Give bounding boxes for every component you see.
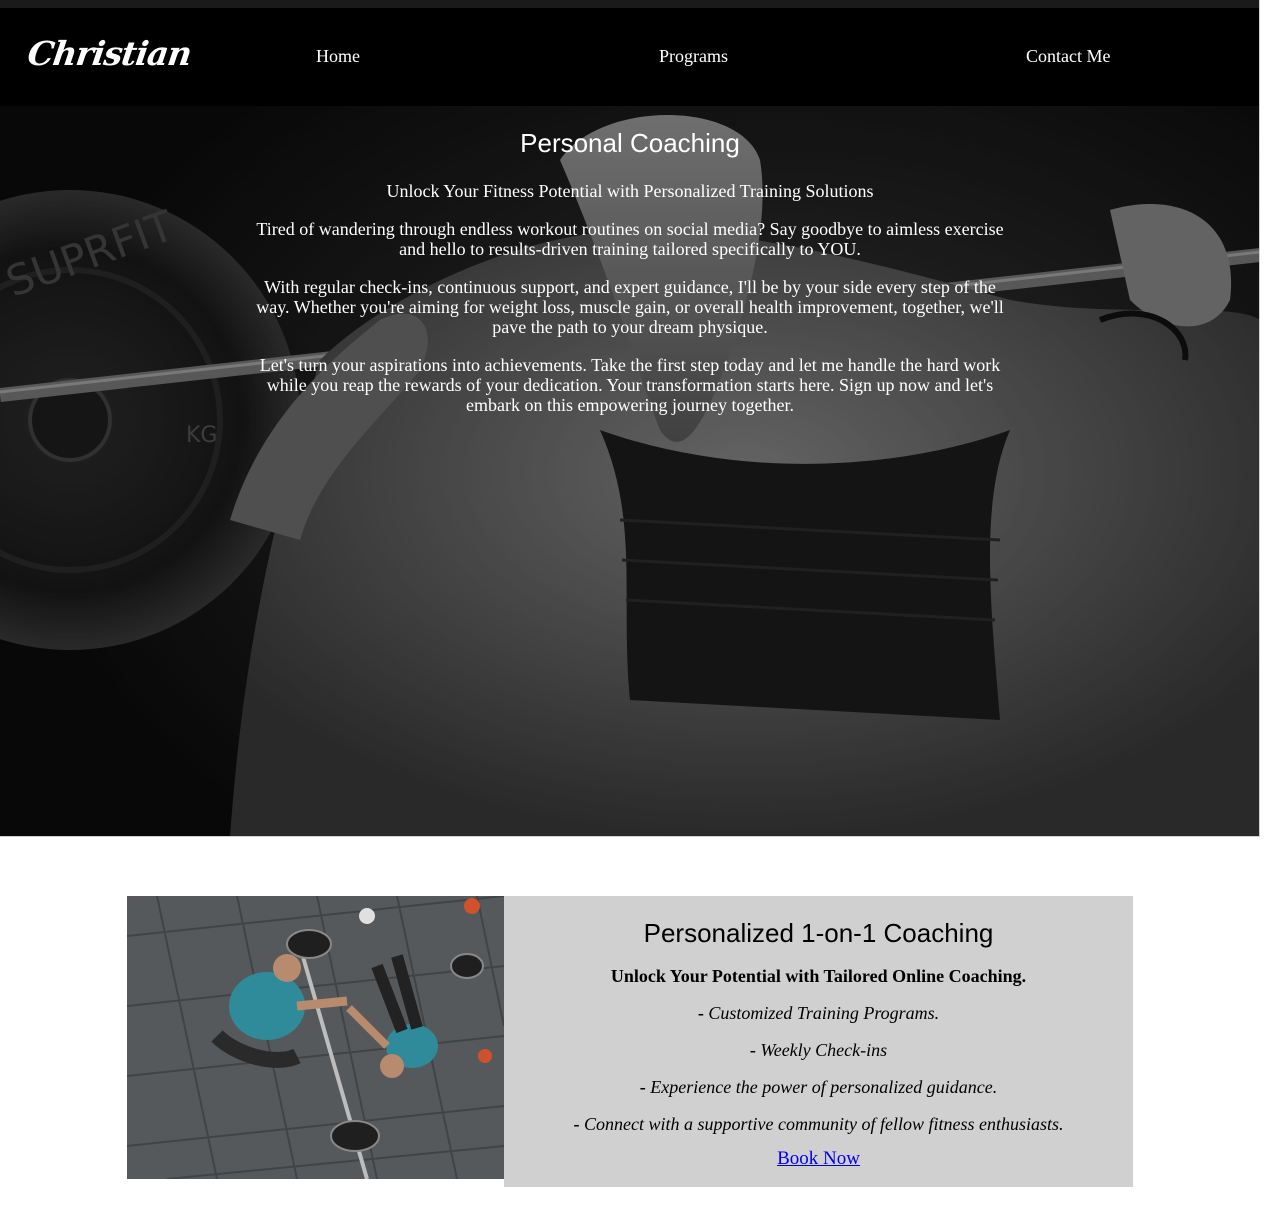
- feature-bullet: -: [749, 1040, 756, 1060]
- feature-bullet: -: [639, 1077, 646, 1097]
- hero-content: Personal Coaching Unlock Your Fitness Po…: [250, 128, 1010, 433]
- card-title: Personalized 1-on-1 Coaching: [643, 918, 994, 948]
- site-logo[interactable]: Christian: [25, 34, 193, 73]
- top-navbar: Christian Home Programs Contact Me: [0, 8, 1259, 106]
- feature-item: - Customized Training Programs.: [504, 1003, 1133, 1024]
- hero-section: SUPRFIT KG Christian Home Programs Conta…: [0, 0, 1260, 837]
- feature-text: Experience the power of personalized gui…: [650, 1077, 998, 1097]
- feature-item: - Weekly Check-ins: [504, 1040, 1133, 1061]
- hero-paragraph: With regular check-ins, continuous suppo…: [256, 277, 1004, 337]
- feature-text: Customized Training Programs.: [708, 1003, 940, 1023]
- nav-link-contact-me[interactable]: Contact Me: [1026, 46, 1110, 67]
- card-subtitle: Unlock Your Potential with Tailored Onli…: [610, 966, 1027, 986]
- book-now-link[interactable]: Book Now: [777, 1148, 860, 1170]
- hero-paragraph: Tired of wandering through endless worko…: [256, 219, 1004, 259]
- feature-bullet: -: [697, 1003, 704, 1023]
- nav-link-home[interactable]: Home: [316, 46, 360, 67]
- feature-text: Connect with a supportive community of f…: [584, 1114, 1064, 1134]
- feature-item: - Connect with a supportive community of…: [504, 1114, 1133, 1135]
- crossfit-photo: [127, 896, 504, 1179]
- feature-text: Weekly Check-ins: [760, 1040, 888, 1060]
- coaching-card: Personalized 1-on-1 Coaching Unlock Your…: [127, 896, 1133, 1187]
- nav-link-programs[interactable]: Programs: [659, 46, 728, 67]
- top-strip: [0, 0, 1259, 8]
- coaching-card-body: Personalized 1-on-1 Coaching Unlock Your…: [504, 896, 1133, 1187]
- hero-subtitle: Unlock Your Fitness Potential with Perso…: [386, 181, 874, 201]
- feature-item: - Experience the power of personalized g…: [504, 1077, 1133, 1098]
- hero-title: Personal Coaching: [520, 128, 740, 158]
- hero-paragraph: Let's turn your aspirations into achieve…: [259, 355, 1001, 415]
- feature-bullet: -: [573, 1114, 580, 1134]
